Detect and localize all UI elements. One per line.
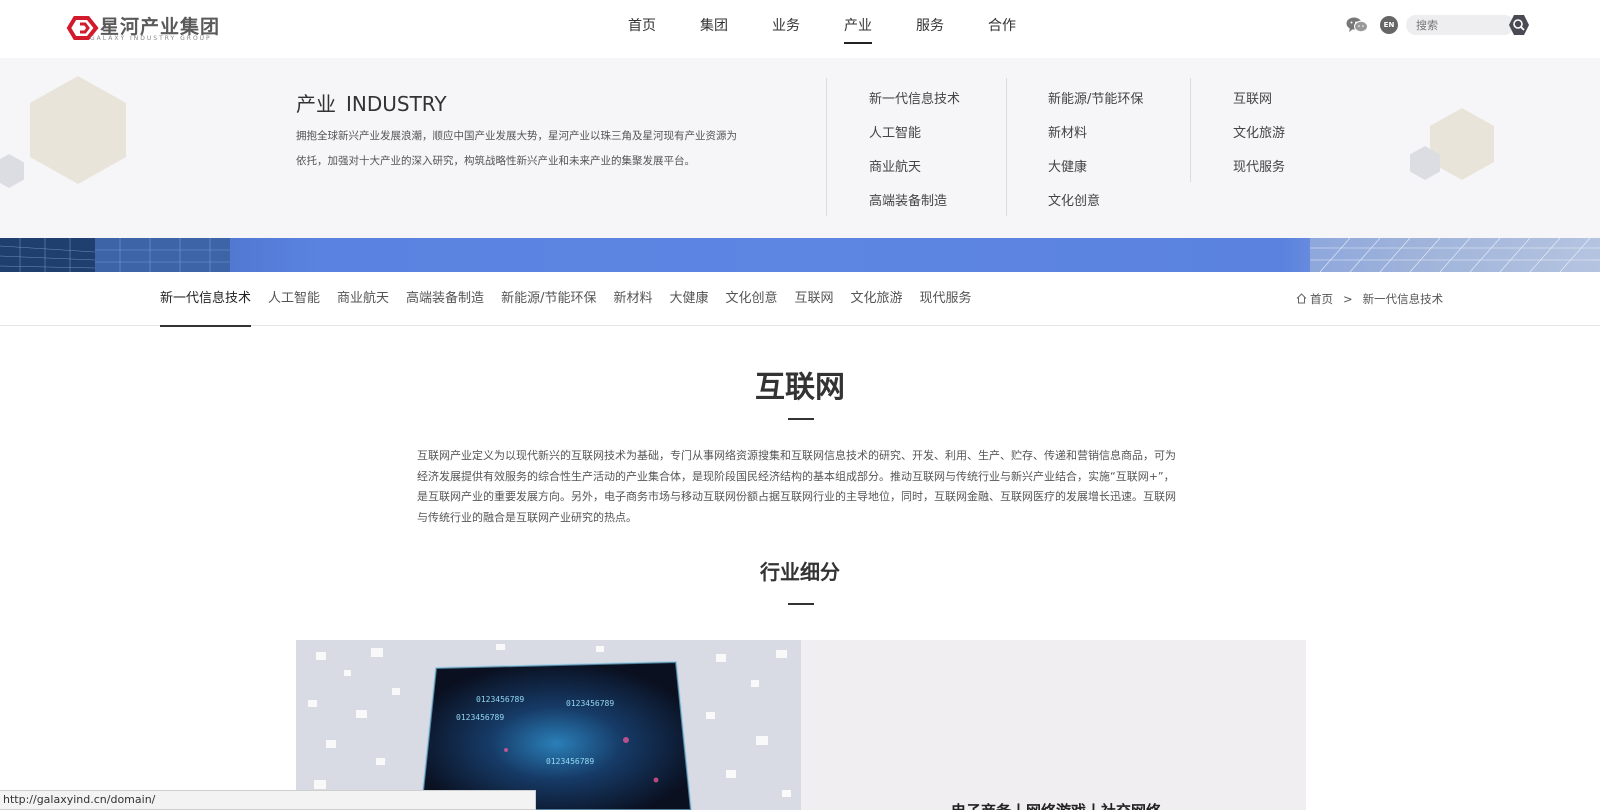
breadcrumb: 首页 > 新一代信息技术	[1296, 272, 1443, 326]
tab-culture-creative[interactable]: 文化创意	[725, 272, 777, 326]
tab-culture-tourism[interactable]: 文化旅游	[851, 272, 903, 326]
section-title: 行业细分	[760, 560, 840, 584]
panel-link-aerospace[interactable]: 商业航天	[869, 156, 921, 175]
main-nav: 首页 集团 业务 产业 服务 合作	[606, 0, 1038, 58]
nav-home[interactable]: 首页	[606, 0, 678, 58]
panel-title-en: INDUSTRY	[346, 92, 447, 116]
breadcrumb-separator: >	[1343, 292, 1353, 306]
digital-screen-image: 0123456789 0123456789 0123456789 0123456…	[296, 640, 801, 810]
title-divider	[788, 418, 814, 420]
svg-text:0123456789: 0123456789	[566, 699, 614, 708]
logo-subtitle: GALAXY INDUSTRY GROUP	[90, 35, 212, 42]
tab-health[interactable]: 大健康	[669, 272, 708, 326]
nav-cooperation[interactable]: 合作	[966, 0, 1038, 58]
breadcrumb-home[interactable]: 首页	[1310, 292, 1333, 306]
panel-link-new-materials[interactable]: 新材料	[1048, 122, 1087, 141]
browser-status-bar: http://galaxyind.cn/domain/	[0, 790, 536, 810]
industry-dropdown-panel: 产业 INDUSTRY 拥抱全球新兴产业发展浪潮，顺应中国产业发展大势，星河产业以…	[0, 58, 1600, 238]
tab-ai[interactable]: 人工智能	[268, 272, 320, 326]
svg-text:0123456789: 0123456789	[456, 713, 504, 722]
panel-link-new-energy[interactable]: 新能源/节能环保	[1048, 88, 1143, 107]
site-header: 星河产业集团 GALAXY INDUSTRY GROUP 首页 集团 业务 产业…	[0, 0, 1600, 58]
subnav-tabs: 新一代信息技术 人工智能 商业航天 高端装备制造 新能源/节能环保 新材料 大健…	[160, 272, 989, 327]
panel-link-health[interactable]: 大健康	[1048, 156, 1087, 175]
tab-internet[interactable]: 互联网	[795, 272, 834, 326]
decor-hexagon-small-icon	[0, 154, 24, 188]
panel-link-ai[interactable]: 人工智能	[869, 122, 921, 141]
page-title: 互联网	[755, 370, 845, 405]
tab-equipment[interactable]: 高端装备制造	[406, 272, 484, 326]
tab-next-gen-it[interactable]: 新一代信息技术	[160, 272, 252, 327]
panel-divider	[1006, 78, 1007, 216]
tab-aerospace[interactable]: 商业航天	[337, 272, 389, 326]
search-input[interactable]	[1406, 15, 1514, 35]
breadcrumb-current[interactable]: 新一代信息技术	[1363, 292, 1444, 306]
nav-service[interactable]: 服务	[894, 0, 966, 58]
panel-link-next-gen-it[interactable]: 新一代信息技术	[869, 88, 960, 107]
header-tools: EN	[1346, 14, 1550, 38]
industry-subnav: 新一代信息技术 人工智能 商业航天 高端装备制造 新能源/节能环保 新材料 大健…	[0, 272, 1600, 327]
svg-text:0123456789: 0123456789	[476, 695, 524, 704]
panel-divider	[1190, 78, 1191, 182]
feature-card-title: 电子商务丨网络游戏丨社交网络	[951, 800, 1161, 810]
tab-new-materials[interactable]: 新材料	[613, 272, 652, 326]
banner-building-right	[1310, 238, 1600, 272]
panel-link-culture-tourism[interactable]: 文化旅游	[1233, 122, 1285, 141]
tab-new-energy[interactable]: 新能源/节能环保	[501, 272, 596, 326]
decor-hexagon-right-small-icon	[1410, 146, 1440, 180]
banner-building-left	[0, 238, 230, 272]
svg-text:0123456789: 0123456789	[546, 757, 594, 766]
panel-link-culture-creative[interactable]: 文化创意	[1048, 190, 1100, 209]
tab-modern-service[interactable]: 现代服务	[920, 272, 972, 326]
brand-logo[interactable]: 星河产业集团 GALAXY INDUSTRY GROUP	[66, 12, 246, 44]
nav-business[interactable]: 业务	[750, 0, 822, 58]
nav-industry[interactable]: 产业	[822, 0, 894, 58]
panel-divider	[826, 78, 827, 216]
section-divider	[788, 603, 814, 605]
feature-image: 0123456789 0123456789 0123456789 0123456…	[296, 640, 801, 810]
panel-link-equipment[interactable]: 高端装备制造	[869, 190, 947, 209]
feature-card[interactable]: 电子商务丨网络游戏丨社交网络	[801, 640, 1306, 810]
panel-title-cn: 产业	[296, 92, 336, 116]
intro-paragraph: 互联网产业定义为以现代新兴的互联网技术为基础，专门从事网络资源搜集和互联网信息技…	[417, 449, 1176, 524]
wechat-icon[interactable]	[1346, 16, 1368, 34]
panel-description: 拥抱全球新兴产业发展浪潮，顺应中国产业发展大势，星河产业以珠三角及星河现有产业资…	[296, 130, 737, 167]
home-icon	[1296, 293, 1307, 304]
panel-title: 产业 INDUSTRY	[296, 88, 447, 117]
panel-link-internet[interactable]: 互联网	[1233, 88, 1272, 107]
nav-group[interactable]: 集团	[678, 0, 750, 58]
decor-hexagon-icon	[30, 76, 126, 184]
language-switch-icon[interactable]: EN	[1380, 16, 1398, 34]
panel-link-modern-service[interactable]: 现代服务	[1233, 156, 1285, 175]
search-icon[interactable]	[1508, 14, 1530, 36]
page-banner	[0, 238, 1600, 272]
